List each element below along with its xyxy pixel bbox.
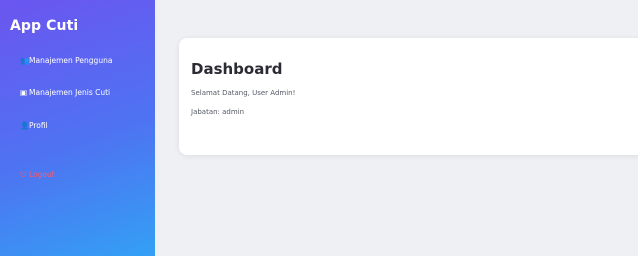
sidebar-item-label: Manajemen Jenis Cuti — [29, 88, 111, 97]
sidebar-item-manajemen-pengguna[interactable]: 👥 Manajemen Pengguna — [20, 55, 140, 66]
sidebar-item-profil[interactable]: 👤 Profil — [20, 120, 140, 131]
main-content: Dashboard Selamat Datang, User Admin! Ja… — [155, 0, 638, 256]
app-brand: App Cuti — [10, 18, 79, 34]
role-text: Jabatan: admin — [191, 108, 245, 116]
sidebar-item-label: Manajemen Pengguna — [29, 56, 113, 65]
logout-icon: ⎋ — [20, 170, 26, 179]
page-title: Dashboard — [191, 60, 283, 78]
welcome-text: Selamat Datang, User Admin! — [191, 89, 296, 97]
sidebar: App Cuti 👥 Manajemen Pengguna ▣ Manajeme… — [0, 0, 155, 256]
user-icon: 👤 — [20, 121, 30, 130]
logout-label: Logout — [29, 170, 55, 179]
calendar-icon: ▣ — [20, 88, 28, 97]
dashboard-card: Dashboard Selamat Datang, User Admin! Ja… — [179, 38, 638, 155]
users-icon: 👥 — [20, 56, 30, 65]
sidebar-item-label: Profil — [29, 121, 48, 130]
logout-link[interactable]: ⎋ Logout — [20, 169, 140, 180]
sidebar-item-manajemen-jenis-cuti[interactable]: ▣ Manajemen Jenis Cuti — [20, 87, 140, 98]
app-root: App Cuti 👥 Manajemen Pengguna ▣ Manajeme… — [0, 0, 638, 256]
